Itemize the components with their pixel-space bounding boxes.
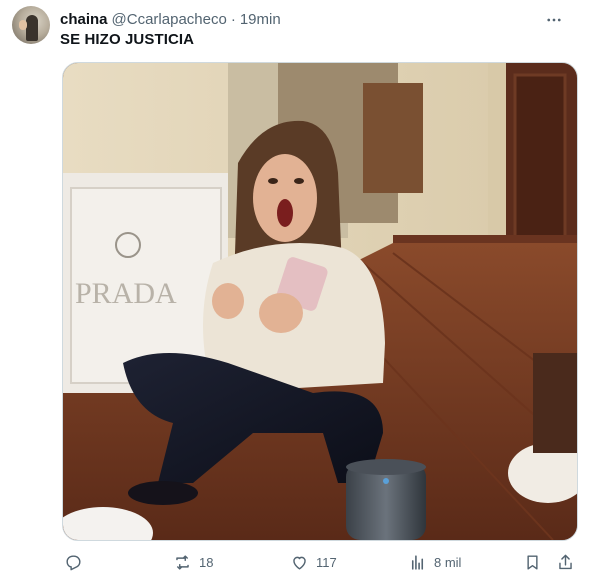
author-name[interactable]: chaina — [60, 11, 108, 28]
views-button[interactable]: 8 mil — [408, 549, 461, 575]
reply-button[interactable] — [64, 549, 90, 575]
views-count: 8 mil — [434, 554, 462, 570]
tweet-timestamp[interactable]: 19min — [240, 11, 281, 28]
share-button[interactable] — [556, 549, 575, 575]
author-handle[interactable]: @Ccarlapacheco — [112, 11, 227, 28]
bookmark-button[interactable] — [523, 549, 542, 575]
more-icon[interactable] — [543, 11, 565, 29]
share-icon — [559, 554, 572, 569]
avatar[interactable] — [12, 6, 50, 44]
avatar-figure — [26, 15, 38, 41]
like-count: 117 — [316, 554, 337, 570]
tweet-media-image[interactable]: PRADA — [62, 62, 578, 541]
tweet: chaina @Ccarlapacheco · 19min SE HIZO JU… — [0, 0, 591, 578]
media-photo: PRADA — [63, 63, 577, 540]
bag-text: PRADA — [75, 277, 177, 310]
reply-icon — [66, 554, 81, 570]
avatar-thumb — [19, 20, 27, 30]
tweet-actions: 18 117 8 mil — [62, 549, 576, 575]
tweet-text: SE HIZO JUSTICIA — [60, 31, 195, 48]
retweet-count: 18 — [199, 554, 214, 570]
like-button[interactable]: 117 — [290, 549, 337, 575]
retweet-button[interactable]: 18 — [173, 549, 213, 575]
tweet-header: chaina @Ccarlapacheco · 19min — [60, 9, 579, 29]
separator-dot: · — [230, 10, 236, 28]
views-icon — [411, 554, 424, 570]
bookmark-icon — [527, 554, 538, 570]
heart-icon — [293, 556, 306, 570]
retweet-icon — [176, 554, 189, 570]
